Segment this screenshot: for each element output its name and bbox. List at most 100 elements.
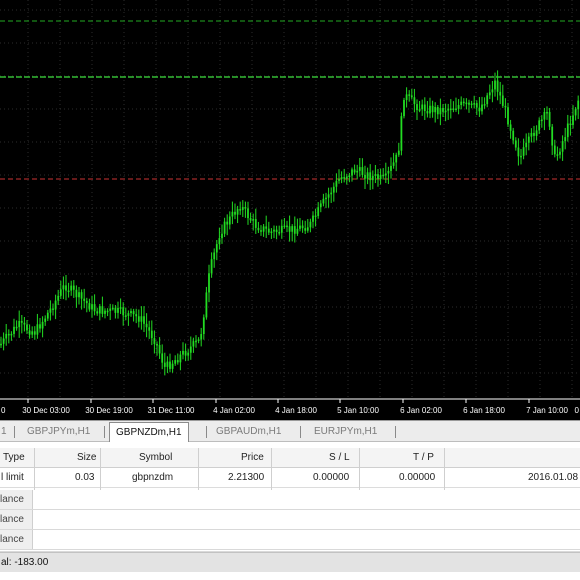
candle-body	[353, 169, 356, 173]
tab-eurjpy[interactable]: EURJPYm,H1	[314, 423, 377, 440]
candle-body	[249, 218, 252, 221]
candle-body	[462, 101, 465, 104]
candle-body	[96, 311, 99, 314]
candle-body	[163, 362, 166, 367]
candle-body	[7, 333, 10, 336]
candle-body	[522, 147, 525, 156]
candle-body	[416, 104, 418, 111]
tab-gbpaud[interactable]: GBPAUDm,H1	[216, 423, 281, 440]
price-chart[interactable]: 30 Dec 03:00 30 Dec 19:00 31 Dec 11:00 4 Ja…	[0, 0, 580, 420]
candle-body	[65, 285, 67, 291]
balance-row[interactable]: lance	[0, 510, 580, 530]
candle-body	[10, 333, 13, 336]
candle-body	[210, 259, 213, 274]
candle-body	[473, 103, 476, 105]
balance-row[interactable]: lance	[0, 530, 580, 550]
candle-body	[504, 105, 507, 108]
tab-partial[interactable]: 1	[1, 423, 7, 440]
candle-body	[208, 273, 210, 293]
candle-body	[106, 310, 109, 313]
col-size[interactable]: Size	[77, 448, 96, 468]
candle-body	[382, 174, 385, 177]
candle-body	[153, 338, 156, 345]
order-row[interactable]: l limit 0.03 gbpnzdm 2.21300 0.00000 0.0…	[0, 468, 580, 488]
candle-body	[254, 219, 257, 228]
candle-body	[517, 147, 520, 157]
candle-body	[556, 154, 559, 156]
candle-body	[244, 207, 247, 209]
candle-body	[377, 174, 379, 180]
candle-body	[384, 173, 387, 176]
bottom-strip	[0, 572, 580, 580]
candle-body	[41, 321, 44, 329]
candle-body	[488, 92, 491, 96]
candle-body	[494, 80, 496, 90]
candle-body	[499, 91, 502, 96]
candle-body	[148, 327, 151, 331]
col-sl[interactable]: S / L	[329, 448, 350, 468]
candle-body	[70, 285, 73, 291]
candle-body	[132, 311, 135, 315]
candle-body	[187, 352, 190, 356]
candle-body	[325, 197, 327, 200]
candle-body	[218, 238, 221, 245]
candle-body	[39, 324, 41, 329]
candle-body	[234, 211, 236, 215]
candle-body	[345, 176, 348, 179]
candle-body	[176, 360, 179, 363]
candle-body	[525, 142, 528, 148]
col-symbol[interactable]: Symbol	[139, 448, 172, 468]
candle-body	[564, 137, 567, 142]
candle-body	[319, 203, 322, 208]
candle-body	[546, 111, 548, 114]
candle-body	[364, 174, 366, 179]
candle-body	[72, 285, 75, 290]
col-tp[interactable]: T / P	[413, 448, 434, 468]
candle-body	[231, 211, 234, 217]
candle-body	[98, 306, 101, 314]
candle-body	[44, 318, 47, 322]
candle-body	[215, 244, 218, 253]
candle-body	[538, 120, 541, 131]
time-axis-label: 6 Jan 18:00	[463, 406, 505, 415]
candle-body	[293, 226, 296, 234]
candle-body	[135, 314, 138, 317]
candle-body	[392, 162, 395, 166]
candle-body	[228, 216, 231, 225]
tab-separator	[300, 426, 301, 438]
candle-body	[283, 225, 286, 228]
candle-body	[514, 140, 517, 148]
time-axis-edge-label: 0	[575, 406, 580, 415]
candle-body	[31, 331, 34, 335]
candle-body	[530, 132, 533, 137]
candle-body	[223, 221, 226, 234]
candle-body	[449, 108, 452, 111]
tab-gbpnzd[interactable]: GBPNZDm,H1	[109, 422, 189, 442]
candle-body	[548, 111, 551, 127]
time-axis-label: 4 Jan 02:00	[213, 406, 255, 415]
candle-body	[91, 304, 93, 310]
col-type[interactable]: Type	[3, 448, 25, 468]
col-price[interactable]: Price	[241, 448, 264, 468]
candle-body	[184, 350, 187, 356]
balance-label: lance	[0, 490, 33, 509]
candle-body	[512, 130, 515, 141]
tab-separator	[206, 426, 207, 438]
candle-body	[2, 338, 5, 344]
tab-gbpjpy[interactable]: GBPJPYm,H1	[27, 423, 90, 440]
chart-tab-bar: 1 GBPJPYm,H1 GBPNZDm,H1 GBPAUDm,H1 EURJP…	[0, 420, 580, 442]
candle-body	[395, 154, 398, 163]
time-axis-label: 31 Dec 11:00	[148, 406, 196, 415]
candle-body	[327, 194, 330, 198]
candle-body	[252, 219, 255, 221]
candle-body	[156, 344, 158, 346]
candle-body	[33, 331, 36, 335]
candle-body	[299, 225, 301, 229]
column-divider	[359, 448, 360, 490]
candle-body	[322, 198, 325, 204]
balance-row[interactable]: lance	[0, 490, 580, 510]
candle-body	[78, 292, 80, 298]
candle-body	[457, 105, 460, 109]
candle-body	[124, 315, 127, 317]
candle-body	[434, 107, 437, 113]
